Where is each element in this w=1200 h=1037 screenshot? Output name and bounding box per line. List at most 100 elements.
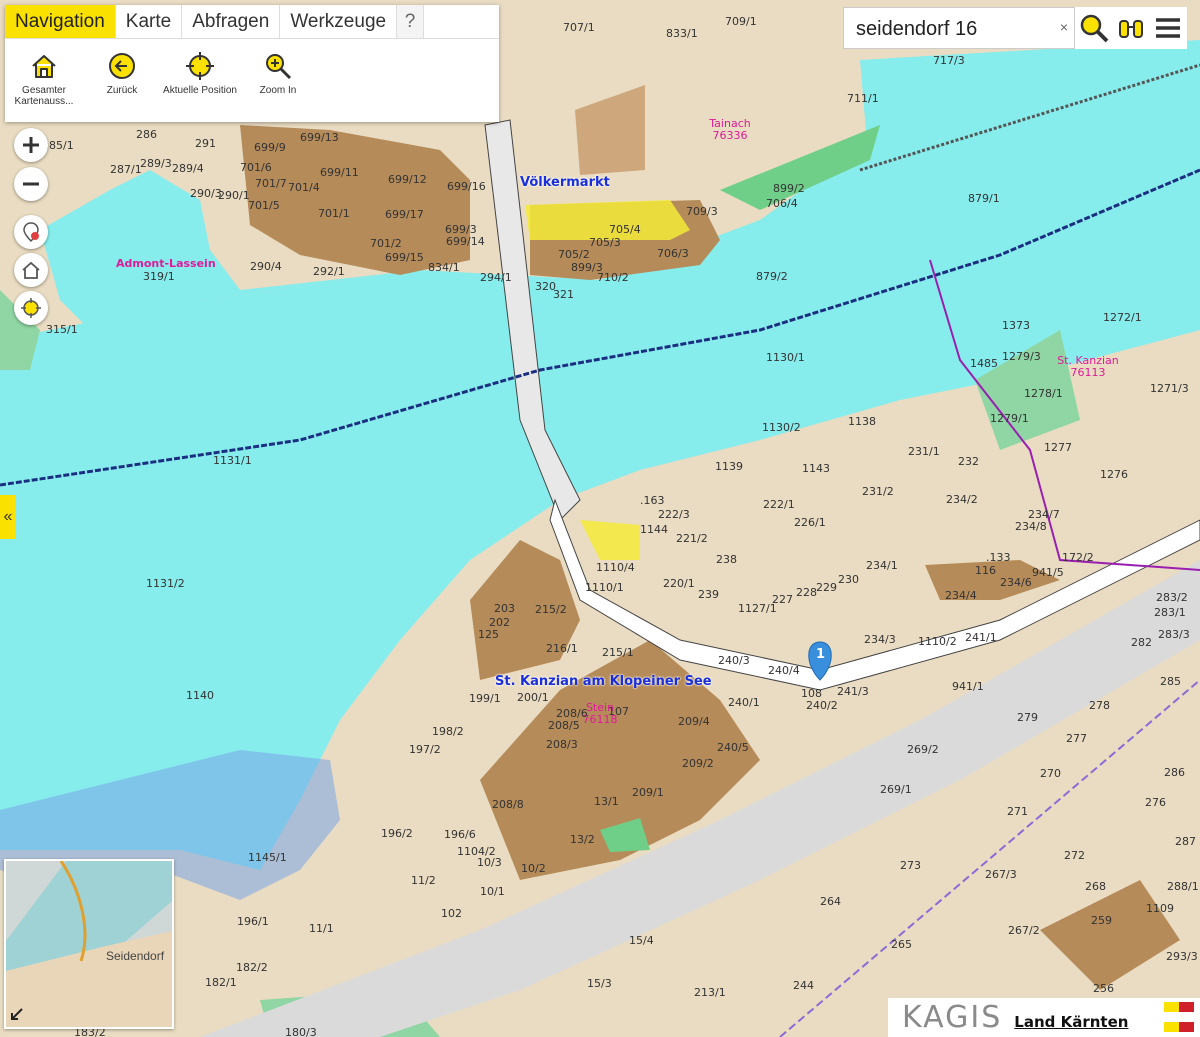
zoom-in-button[interactable]: Zoom In [239,51,317,107]
parcel-label: 208/3 [546,738,578,751]
parcel-label: 203 [494,602,515,615]
tab-karte[interactable]: Karte [116,5,183,38]
expand-panel-button[interactable]: « [0,495,16,539]
current-position-button[interactable]: Aktuelle Position [161,51,239,107]
parcel-label: 256 [1093,982,1114,995]
parcel-label: 240/4 [768,664,800,677]
map-canvas[interactable]: 1 Völkermarkt St. Kanzian am Klopeiner S… [0,0,1200,1037]
parcel-label: 234/4 [945,589,977,602]
full-extent-button[interactable]: Gesamter Kartenauss... [5,51,83,107]
parcel-label: 288/1 [1167,880,1199,893]
locate-control[interactable] [14,291,48,325]
parcel-label: 265 [891,938,912,951]
parcel-label: 705/3 [589,236,621,249]
kagis-wordmark: KAGIS [902,1000,1003,1035]
kagis-logo: KAGIS Land Kärnten [888,998,1200,1037]
clear-search-button[interactable]: × [1060,19,1068,35]
parcel-label: 278 [1089,699,1110,712]
parcel-label: 221/2 [676,532,708,545]
land-kaernten-text: Land Kärnten [1014,1012,1129,1031]
collapse-overview-icon[interactable] [10,1007,24,1021]
parcel-label: 11/1 [309,922,334,935]
parcel-label: 197/2 [409,743,441,756]
parcel-label: 291 [195,137,216,150]
back-button[interactable]: Zurück [83,51,161,107]
parcel-label: 220/1 [663,577,695,590]
parcel-label: 259 [1091,914,1112,927]
parcel-label: 269/1 [880,783,912,796]
parcel-label: 286 [136,128,157,141]
home-icon [32,55,56,78]
search-button[interactable] [1077,11,1111,45]
parcel-label: 272 [1064,849,1085,862]
parcel-label: 1104/2 [457,845,496,858]
parcel-label: 290/4 [250,260,282,273]
parcel-label: 941/5 [1032,566,1064,579]
home-control[interactable] [14,253,48,287]
overview-map[interactable]: Seidendorf [4,859,174,1029]
place-label: Admont-Lassein [116,257,216,270]
marker-number[interactable]: 1 [816,648,825,661]
yellow-zone-north [525,200,690,240]
parcel-label: 283/1 [1154,606,1186,619]
parcel-label: 701/2 [370,237,402,250]
parcel-label: 231/1 [908,445,940,458]
parcel-label: 273 [900,859,921,872]
tab-help[interactable]: ? [397,5,425,38]
parcel-label: 222/3 [658,508,690,521]
parcel-label: 283/3 [1158,628,1190,641]
parcel-label: 1144 [640,523,668,536]
parcel-label: 199/1 [469,692,501,705]
parcel-label: 240/3 [718,654,750,667]
parcel-label: 699/9 [254,141,286,154]
parcel-label: 899/2 [773,182,805,195]
parcel-label: 216/1 [546,642,578,655]
parcel-label: 270 [1040,767,1061,780]
parcel-label: 287 [1175,835,1196,848]
tab-abfragen[interactable]: Abfragen [182,5,281,38]
parcel-label: 209/4 [678,715,710,728]
parcel-label: 699/14 [446,235,485,248]
parcel-label: 15/4 [629,934,654,947]
parcel-label: 1278/1 [1024,387,1063,400]
parcel-label: 1139 [715,460,743,473]
parcel-label: 240/1 [728,696,760,709]
map-pin-icon [23,222,39,243]
zoom-in-control[interactable] [14,128,48,162]
parcel-label: 200/1 [517,691,549,704]
parcel-label: 941/1 [952,680,984,693]
parcel-label: 125 [478,628,499,641]
parcel-label: 230 [838,573,859,586]
parcel-label: .133 [986,551,1011,564]
parcel-label: 180/3 [285,1026,317,1037]
parcel-label: 232 [958,455,979,468]
parcel-label: 107 [608,705,629,718]
parcel-label: 234/6 [1000,576,1032,589]
search-icon [1080,14,1109,43]
binoculars-button[interactable] [1114,11,1148,45]
parcel-label: 244 [793,979,814,992]
parcel-label: 1279/3 [1002,350,1041,363]
parcel-label: 116 [975,564,996,577]
parcel-label: 717/3 [933,54,965,67]
parcel-label: 293/3 [1166,950,1198,963]
parcel-label: 321 [553,288,574,301]
parcel-label: 277 [1066,732,1087,745]
parcel-label: 707/1 [563,21,595,34]
parcel-label: 196/2 [381,827,413,840]
zoom-out-control[interactable] [14,167,48,201]
map-pin-control[interactable] [14,215,48,249]
hamburger-menu-button[interactable] [1151,11,1185,45]
tool-label: Zurück [106,85,138,96]
parcel-label: 215/1 [602,646,634,659]
parcel-label: 709/1 [725,15,757,28]
parcel-label: 208/5 [548,719,580,732]
parcel-label: 319/1 [143,270,175,283]
parcel-label: 10/3 [477,856,502,869]
tab-navigation[interactable]: Navigation [5,5,116,38]
tab-werkzeuge[interactable]: Werkzeuge [280,5,398,38]
parcel-label: 11/2 [411,874,436,887]
parcel-label: 294/1 [480,271,512,284]
parcel-label: 1279/1 [990,412,1029,425]
search-input[interactable] [854,17,1054,42]
